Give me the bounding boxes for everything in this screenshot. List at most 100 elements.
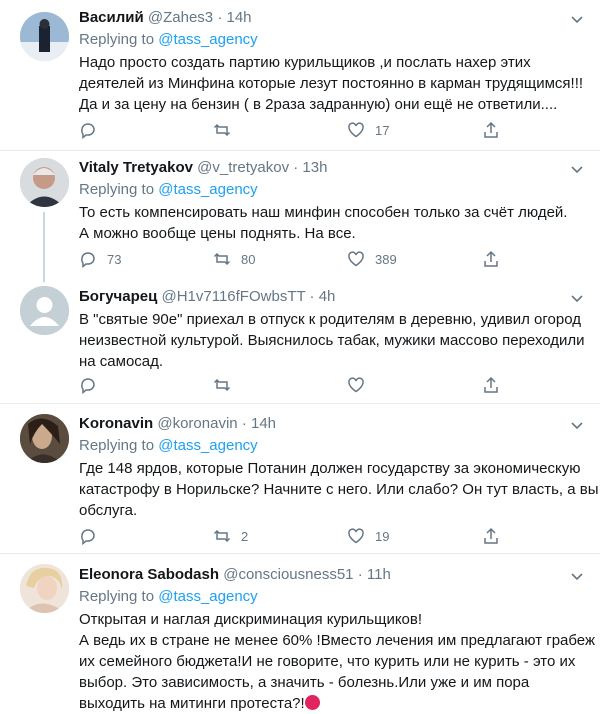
- reply-count: 73: [107, 251, 122, 267]
- avatar[interactable]: [20, 12, 69, 61]
- tweet-line: А можно вообще цены поднять. На все.: [79, 225, 356, 242]
- tweet-text: Надо просто создать партию курильщиков ,…: [79, 52, 599, 115]
- retweet-button[interactable]: [213, 375, 241, 395]
- separator-dot: ·: [357, 566, 363, 583]
- share-button[interactable]: [482, 249, 500, 269]
- tweet-actions: 17: [79, 120, 519, 142]
- tweet-line: Где 148 ярдов, которые Потанин должен го…: [79, 460, 581, 477]
- like-count: 389: [375, 251, 397, 267]
- reply-button[interactable]: [79, 120, 107, 140]
- tweet-line: В "святые 90е" приехал в отпуск к родите…: [79, 311, 581, 328]
- like-button[interactable]: 17: [347, 120, 389, 140]
- author-handle[interactable]: @Zahes3: [148, 9, 213, 26]
- mention-link[interactable]: @tass_agency: [158, 181, 257, 198]
- tweet-line-with-emoji: выходить на митинги протеста?!: [79, 693, 599, 714]
- heart-icon: [348, 122, 364, 138]
- tweet-actions: [79, 375, 519, 397]
- timestamp[interactable]: 14h: [227, 9, 252, 26]
- author-handle[interactable]: @v_tretyakov: [197, 159, 289, 176]
- retweet-count: 80: [241, 251, 256, 267]
- retweet-icon: [213, 378, 231, 392]
- reply-icon: [81, 378, 95, 394]
- separator-dot: ·: [309, 288, 315, 305]
- tweet[interactable]: Eleonora Sabodash @consciousness51 · 11h…: [0, 554, 611, 712]
- replying-to: Replying to @tass_agency: [79, 180, 258, 200]
- separator-dot: ·: [217, 9, 223, 26]
- reply-icon: [81, 529, 95, 545]
- author-handle[interactable]: @koronavin: [157, 415, 237, 432]
- share-icon: [484, 376, 498, 393]
- share-button[interactable]: [482, 526, 500, 546]
- reply-icon: [81, 123, 95, 139]
- replying-to: Replying to @tass_agency: [79, 436, 258, 456]
- like-count: 19: [375, 528, 390, 544]
- tweet-line: катастрофу в Норильске? Начните с него. …: [79, 481, 599, 498]
- author-handle[interactable]: @consciousness51: [223, 566, 353, 583]
- avatar[interactable]: [20, 286, 69, 335]
- tweet-actions: 73 80 389: [79, 249, 519, 271]
- chevron-down-icon[interactable]: [570, 291, 584, 305]
- tweet-line: на самосад.: [79, 353, 164, 370]
- share-icon: [484, 527, 498, 544]
- replying-prefix: Replying to: [79, 588, 155, 605]
- tweet-text: В "святые 90е" приехал в отпуск к родите…: [79, 309, 599, 372]
- reply-feed: Василий @Zahes3 · 14h Replying to @tass_…: [0, 0, 611, 712]
- tweet-line: выходить на митинги протеста?!: [79, 695, 305, 712]
- heart-icon: [348, 377, 364, 393]
- timestamp[interactable]: 14h: [251, 415, 276, 432]
- like-button[interactable]: [347, 375, 375, 395]
- retweet-icon: [213, 252, 231, 266]
- tweet-line: Открытая и наглая дискриминация курильщи…: [79, 611, 423, 628]
- share-icon: [484, 250, 498, 267]
- chevron-down-icon[interactable]: [570, 569, 584, 583]
- timestamp[interactable]: 11h: [367, 566, 391, 583]
- chevron-down-icon[interactable]: [570, 162, 584, 176]
- tweet-line: А ведь их в стране не менее 60% !Вместо …: [79, 632, 596, 649]
- mention-link[interactable]: @tass_agency: [158, 588, 257, 605]
- replying-to: Replying to @tass_agency: [79, 587, 258, 607]
- tweet-text: Открытая и наглая дискриминация курильщи…: [79, 609, 599, 714]
- author-name[interactable]: Eleonora Sabodash: [79, 566, 219, 583]
- chevron-down-icon[interactable]: [570, 12, 584, 26]
- author-name[interactable]: Василий: [79, 9, 144, 26]
- tweet[interactable]: Vitaly Tretyakov @v_tretyakov · 13h Repl…: [0, 151, 611, 277]
- mention-link[interactable]: @tass_agency: [158, 31, 257, 48]
- share-button[interactable]: [482, 120, 500, 140]
- retweet-button[interactable]: [213, 120, 241, 140]
- author-name[interactable]: Vitaly Tretyakov: [79, 159, 193, 176]
- avatar[interactable]: [20, 414, 69, 463]
- mention-link[interactable]: @tass_agency: [158, 437, 257, 454]
- like-button[interactable]: 19: [347, 526, 389, 546]
- tweet[interactable]: Koronavin @koronavin · 14h Replying to @…: [0, 404, 611, 552]
- reply-button[interactable]: [79, 526, 107, 546]
- tweet-actions: 2 19: [79, 526, 519, 548]
- heart-icon: [348, 251, 364, 267]
- avatar[interactable]: [20, 564, 69, 613]
- tweet[interactable]: Богучарец @H1v7116fFOwbsTT · 4h В "святы…: [0, 277, 611, 394]
- chevron-down-icon[interactable]: [570, 418, 584, 432]
- retweet-button[interactable]: 2: [213, 526, 248, 546]
- reply-icon: [81, 252, 95, 268]
- retweet-icon: [213, 529, 231, 543]
- reply-button[interactable]: 73: [79, 249, 121, 269]
- retweet-button[interactable]: 80: [213, 249, 255, 269]
- replying-prefix: Replying to: [79, 31, 155, 48]
- author-name[interactable]: Богучарец: [79, 288, 157, 305]
- timestamp[interactable]: 13h: [302, 159, 327, 176]
- reply-button[interactable]: [79, 375, 107, 395]
- replying-to: Replying to @tass_agency: [79, 30, 258, 50]
- share-button[interactable]: [482, 375, 500, 395]
- tweet-line: неизвестной культурой. Выяснилось табак,…: [79, 332, 585, 349]
- author-name[interactable]: Koronavin: [79, 415, 153, 432]
- avatar[interactable]: [20, 158, 69, 207]
- replying-prefix: Replying to: [79, 181, 155, 198]
- like-button[interactable]: 389: [347, 249, 397, 269]
- timestamp[interactable]: 4h: [319, 288, 336, 305]
- tweet-line: То есть компенсировать наш минфин способ…: [79, 204, 568, 221]
- tweet-line: Надо просто создать партию курильщиков ,…: [79, 54, 531, 71]
- author-handle[interactable]: @H1v7116fFOwbsTT: [161, 288, 305, 305]
- tweet-line: выбор. Это зависимость, а значить - боле…: [79, 674, 530, 691]
- tweet[interactable]: Василий @Zahes3 · 14h Replying to @tass_…: [0, 0, 611, 150]
- heart-icon: [348, 528, 364, 544]
- tweet-text: То есть компенсировать наш минфин способ…: [79, 202, 599, 244]
